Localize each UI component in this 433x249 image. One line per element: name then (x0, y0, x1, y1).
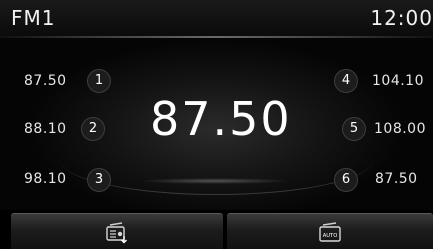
header-bar: FM1 12:00 (0, 0, 433, 38)
clock: 12:00 (370, 6, 433, 30)
preset-1-frequency[interactable]: 87.50 (24, 73, 67, 89)
arc-highlight (140, 178, 290, 184)
preset-2-button[interactable]: 2 (81, 117, 105, 141)
preset-6-button[interactable]: 6 (334, 168, 358, 192)
auto-store-icon: AUTO (319, 222, 341, 242)
auto-label: AUTO (323, 233, 338, 239)
preset-1-button[interactable]: 1 (87, 69, 111, 93)
preset-4-button[interactable]: 4 (334, 69, 358, 93)
preset-4-frequency[interactable]: 104.10 (372, 73, 424, 89)
preset-3-frequency[interactable]: 98.10 (24, 171, 67, 187)
preset-5-frequency[interactable]: 108.00 (374, 121, 426, 137)
preset-6-frequency[interactable]: 87.50 (375, 171, 418, 187)
preset-3-button[interactable]: 3 (87, 168, 111, 192)
preset-save-button[interactable] (11, 213, 223, 249)
current-frequency: 87.50 (150, 92, 292, 146)
auto-store-button[interactable]: AUTO (227, 213, 433, 249)
radio-screen: FM1 12:00 87.50 87.50 1 88.10 2 98.10 3 … (0, 0, 433, 249)
band-label[interactable]: FM1 (11, 6, 55, 30)
preset-5-button[interactable]: 5 (342, 117, 366, 141)
preset-save-icon (106, 222, 127, 244)
preset-2-frequency[interactable]: 88.10 (24, 121, 67, 137)
